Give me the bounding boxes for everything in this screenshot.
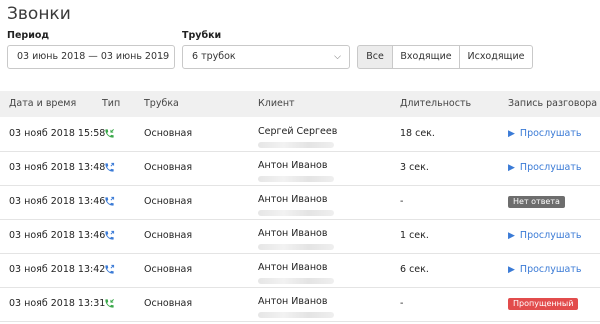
call-record: Нет ответа bbox=[508, 185, 565, 219]
client-name[interactable]: Антон Иванов bbox=[258, 194, 327, 205]
table-row[interactable]: 03 нояб 2018 13:48 Основная Антон Иванов 3 … bbox=[0, 151, 600, 186]
client-name[interactable]: Антон Иванов bbox=[258, 296, 327, 307]
table-row[interactable]: 03 нояб 2018 13:46 Основная Антон Иванов - Н… bbox=[0, 185, 600, 220]
tab-outgoing[interactable]: Исходящие bbox=[459, 45, 533, 69]
call-phone-line: Основная bbox=[144, 230, 193, 241]
tab-incoming[interactable]: Входящие bbox=[392, 45, 460, 69]
listen-link[interactable]: Прослушать bbox=[520, 128, 582, 139]
header-datetime[interactable]: Дата и время bbox=[9, 91, 76, 117]
table-row[interactable]: 03 нояб 2018 13:42 Основная Антон Иванов 6 … bbox=[0, 253, 600, 288]
table-header: Дата и время Тип Трубка Клиент Длительно… bbox=[0, 91, 600, 117]
header-type[interactable]: Тип bbox=[102, 91, 120, 117]
call-duration: 6 сек. bbox=[400, 264, 429, 275]
table-row[interactable]: 03 нояб 2018 13:31 Основная Антон Иванов - П… bbox=[0, 287, 600, 322]
play-icon[interactable]: ▶ bbox=[508, 231, 515, 241]
listen-link[interactable]: Прослушать bbox=[520, 162, 582, 173]
header-client[interactable]: Клиент bbox=[258, 91, 295, 117]
period-select[interactable]: 03 июнь 2018 — 03 июнь 2019 ⌵ bbox=[7, 45, 175, 69]
listen-link[interactable]: Прослушать bbox=[520, 230, 582, 241]
call-datetime: 03 нояб 2018 15:58 bbox=[9, 128, 106, 139]
call-datetime: 03 нояб 2018 13:48 bbox=[9, 162, 106, 173]
client-name[interactable]: Сергей Сергеев bbox=[258, 126, 337, 137]
call-phone-line: Основная bbox=[144, 298, 193, 309]
call-phone-line: Основная bbox=[144, 162, 193, 173]
call-record[interactable]: ▶ Прослушать bbox=[508, 219, 581, 253]
table-row[interactable]: 03 нояб 2018 13:46 Основная Антон Иванов 1 … bbox=[0, 219, 600, 254]
page-title: Звонки bbox=[7, 4, 71, 24]
phone-outgoing-icon bbox=[105, 196, 115, 206]
phone-incoming-icon bbox=[105, 129, 114, 138]
play-icon[interactable]: ▶ bbox=[508, 129, 515, 139]
call-client: Антон Иванов bbox=[258, 262, 334, 284]
call-phone-line: Основная bbox=[144, 128, 193, 139]
call-record[interactable]: ▶ Прослушать bbox=[508, 151, 581, 185]
phones-select[interactable]: 6 трубок ⌵ bbox=[182, 45, 350, 69]
call-datetime: 03 нояб 2018 13:46 bbox=[9, 230, 106, 241]
call-client: Антон Иванов bbox=[258, 228, 334, 250]
call-duration: 18 сек. bbox=[400, 128, 435, 139]
phones-label: Трубки bbox=[182, 30, 222, 41]
client-name[interactable]: Антон Иванов bbox=[258, 262, 327, 273]
table-row[interactable]: 03 нояб 2018 15:58 Основная Сергей Сергеев… bbox=[0, 117, 600, 152]
call-duration: - bbox=[400, 298, 404, 309]
phones-value: 6 трубок bbox=[192, 51, 236, 62]
call-record[interactable]: ▶ Прослушать bbox=[508, 117, 581, 151]
call-duration: 3 сек. bbox=[400, 162, 429, 173]
call-duration: 1 сек. bbox=[400, 230, 429, 241]
status-badge: Пропущенный bbox=[508, 297, 579, 310]
client-phone-blurred bbox=[258, 210, 334, 216]
play-icon[interactable]: ▶ bbox=[508, 265, 515, 275]
phone-outgoing-icon bbox=[105, 162, 115, 172]
client-name[interactable]: Антон Иванов bbox=[258, 228, 327, 239]
chevron-down-icon: ⌵ bbox=[334, 52, 341, 62]
chevron-down-icon: ⌵ bbox=[159, 52, 166, 62]
period-label: Период bbox=[7, 30, 50, 41]
tab-all[interactable]: Все bbox=[357, 45, 393, 69]
call-client: Антон Иванов bbox=[258, 296, 334, 318]
call-datetime: 03 нояб 2018 13:31 bbox=[9, 298, 106, 309]
period-value: 03 июнь 2018 — 03 июнь 2019 bbox=[17, 51, 170, 62]
status-badge: Нет ответа bbox=[508, 195, 565, 208]
client-name[interactable]: Антон Иванов bbox=[258, 160, 327, 171]
phone-outgoing-icon bbox=[105, 264, 115, 274]
phone-incoming-icon bbox=[105, 299, 114, 308]
client-phone-blurred bbox=[258, 142, 334, 148]
call-client: Антон Иванов bbox=[258, 194, 334, 216]
call-datetime: 03 нояб 2018 13:46 bbox=[9, 196, 106, 207]
client-phone-blurred bbox=[258, 176, 334, 182]
call-datetime: 03 нояб 2018 13:42 bbox=[9, 264, 106, 275]
call-duration: - bbox=[400, 196, 404, 207]
play-icon[interactable]: ▶ bbox=[508, 163, 515, 173]
client-phone-blurred bbox=[258, 312, 334, 318]
call-client: Сергей Сергеев bbox=[258, 126, 337, 148]
listen-link[interactable]: Прослушать bbox=[520, 264, 582, 275]
header-record[interactable]: Запись разговора bbox=[508, 91, 597, 117]
client-phone-blurred bbox=[258, 278, 334, 284]
client-phone-blurred bbox=[258, 244, 334, 250]
call-phone-line: Основная bbox=[144, 264, 193, 275]
phone-outgoing-icon bbox=[105, 230, 115, 240]
header-duration[interactable]: Длительность bbox=[400, 91, 471, 117]
call-record[interactable]: ▶ Прослушать bbox=[508, 253, 581, 287]
call-client: Антон Иванов bbox=[258, 160, 334, 182]
header-phone[interactable]: Трубка bbox=[144, 91, 179, 117]
call-phone-line: Основная bbox=[144, 196, 193, 207]
call-record: Пропущенный bbox=[508, 287, 579, 321]
